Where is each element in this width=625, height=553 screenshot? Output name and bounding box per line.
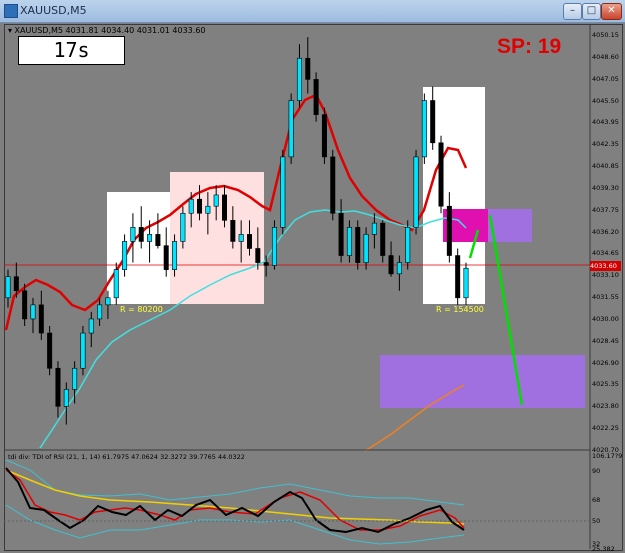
candle-bull: [180, 212, 186, 242]
candle-bull: [88, 318, 94, 334]
candle-bear: [380, 222, 386, 256]
price-tick: 4043.95: [592, 118, 619, 127]
price-tick: 4045.50: [592, 96, 619, 105]
candle-bear: [330, 156, 336, 214]
indicator-tick: 25.382: [592, 545, 615, 553]
candle-bull: [396, 262, 402, 275]
candle-bull: [147, 234, 153, 242]
price-tick: 4042.35: [592, 140, 619, 149]
candle-bull: [463, 267, 469, 299]
candle-bear: [313, 79, 319, 115]
candle-bear: [305, 57, 311, 80]
candle-bear: [230, 220, 236, 242]
candle-bull: [105, 297, 111, 306]
price-tick: 4034.65: [592, 249, 619, 258]
price-tick: 4023.80: [592, 402, 619, 411]
candle-bear: [446, 205, 452, 256]
tdi-indicator: [4, 459, 590, 545]
candle-bull: [113, 269, 119, 299]
candle-bear: [13, 276, 19, 292]
candle-bull: [238, 234, 244, 242]
candle-bear: [38, 304, 44, 334]
candle-bull: [122, 241, 128, 270]
candle-bear: [455, 255, 461, 299]
price-tick: 4040.85: [592, 162, 619, 171]
candle-bull: [421, 100, 427, 158]
price-tick: 4037.75: [592, 205, 619, 214]
candle-bull: [63, 389, 69, 407]
candle-bull: [80, 332, 86, 369]
candle-bull: [371, 222, 377, 235]
candle-bull: [405, 227, 411, 263]
candle-bear: [255, 248, 261, 263]
candle-bull: [271, 227, 277, 266]
candle-bear: [263, 262, 269, 266]
candle-bull: [130, 227, 136, 242]
candle-bull: [97, 304, 103, 320]
price-tick: 4048.60: [592, 52, 619, 61]
price-tick: 4036.20: [592, 227, 619, 236]
candle-bull: [296, 57, 302, 101]
chart-header: ▾ XAUUSD,M5 4031.81 4034.40 4031.01 4033…: [8, 26, 206, 35]
candle-bull: [213, 194, 219, 207]
candle-bear: [355, 227, 361, 263]
candle-bull: [205, 205, 211, 214]
candle-bear: [388, 255, 394, 275]
candle-bear: [338, 212, 344, 256]
spread-label: SP: 19: [497, 35, 562, 58]
range-label-2: R = 154500: [436, 305, 484, 314]
candle-bear: [138, 227, 144, 242]
price-tick: 4031.55: [592, 293, 619, 302]
candle-bull: [363, 234, 369, 263]
candle-bull: [72, 367, 78, 390]
candle-bull: [172, 241, 178, 270]
candle-bull: [280, 156, 286, 228]
candle-bear: [438, 142, 444, 207]
candle-bull: [413, 156, 419, 228]
candle-bear: [197, 198, 203, 214]
price-tick: 4025.35: [592, 380, 619, 389]
price-tick: 4050.15: [592, 31, 619, 39]
candle-bear: [222, 194, 228, 221]
candle-bear: [430, 100, 436, 144]
indicator-tick: 50: [592, 517, 601, 525]
price-tick: 4026.90: [592, 358, 619, 367]
candle-bull: [188, 198, 194, 214]
price-tick: 4047.05: [592, 74, 619, 83]
candle-bull: [5, 276, 11, 299]
purple-zone-lower: [380, 355, 585, 408]
price-tick: 4028.45: [592, 336, 619, 345]
price-tick: 4022.25: [592, 424, 619, 433]
indicator-header: tdi div: TDI of RSI (21, 1, 14) 61.7975 …: [8, 453, 245, 461]
range-label-1: R = 80200: [120, 305, 163, 314]
candle-bear: [55, 367, 61, 407]
candle-bear: [246, 234, 252, 249]
candle-bear: [22, 290, 28, 320]
indicator-tick: 90: [592, 467, 601, 475]
indicator-tick: 68: [592, 496, 601, 504]
indicator-tick: 106.17?9: [592, 452, 623, 460]
current-price-label: 4033.60: [590, 261, 621, 271]
candle-bear: [47, 332, 53, 369]
price-tick: 4039.30: [592, 183, 619, 192]
candle-timer: 17s: [18, 36, 125, 65]
candle-bull: [288, 100, 294, 158]
candle-bear: [155, 234, 161, 246]
price-chart[interactable]: [0, 0, 625, 553]
candle-bull: [346, 227, 352, 256]
price-tick: 4030.00: [592, 314, 619, 323]
price-tick: 4033.10: [592, 271, 619, 280]
candle-bull: [30, 304, 36, 320]
candle-bear: [163, 245, 169, 270]
candle-bear: [321, 114, 327, 158]
